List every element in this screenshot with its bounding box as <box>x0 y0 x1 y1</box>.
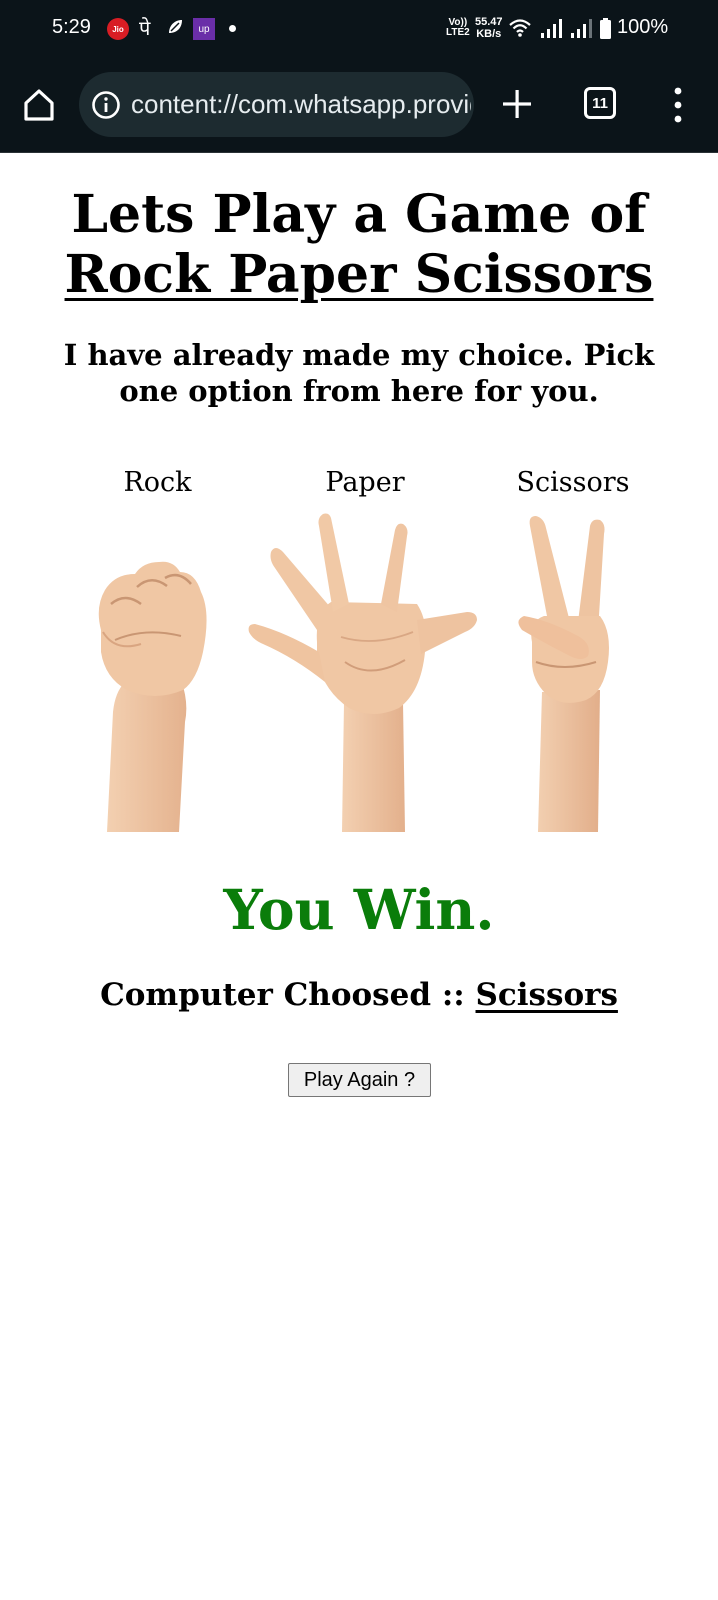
network-speed-value: 55.47 <box>475 16 503 28</box>
computer-choice-value: Scissors <box>475 977 618 1013</box>
tab-count: 11 <box>592 94 608 112</box>
choice-paper[interactable]: Paper <box>245 467 485 832</box>
new-tab-plus-icon[interactable] <box>499 86 535 122</box>
title-line-1: Lets Play a Game of <box>71 184 647 245</box>
info-icon[interactable] <box>91 90 121 120</box>
lte-label: LTE2 <box>446 27 470 38</box>
upstox-icon: up <box>193 18 215 40</box>
instruction-text: I have already made my choice. Pick one … <box>63 338 655 408</box>
jio-icon: Jio <box>107 18 129 40</box>
browser-toolbar: content://com.whatsapp.provider.media/it… <box>0 58 718 153</box>
status-time: 5:29 <box>52 16 91 38</box>
network-speed: 55.47 KB/s <box>475 16 503 40</box>
choice-paper-label[interactable]: Paper <box>245 467 485 512</box>
choice-rock-label[interactable]: Rock <box>85 467 230 512</box>
status-bar: 5:29 Jio पे up Vo)) LTE2 55.47 KB/s 100% <box>0 0 718 58</box>
wifi-icon <box>509 19 531 37</box>
more-options-icon[interactable] <box>668 86 688 124</box>
choice-options: Rock Paper Scissors <box>0 467 718 847</box>
title-line-2: Rock Paper Scissors <box>64 244 654 305</box>
page-title: Lets Play a Game of Rock Paper Scissors <box>0 185 718 305</box>
scissors-hand-icon[interactable] <box>508 512 638 832</box>
tab-switcher-button[interactable]: 11 <box>584 87 616 119</box>
computer-choice-label: Computer Choosed :: <box>100 977 465 1013</box>
rock-fist-icon[interactable] <box>85 512 230 832</box>
choice-scissors-label[interactable]: Scissors <box>508 467 638 512</box>
url-text[interactable]: content://com.whatsapp.provider.media/it… <box>131 89 471 120</box>
network-speed-unit: KB/s <box>476 28 502 40</box>
notification-leaf-icon <box>169 20 182 33</box>
home-icon[interactable] <box>20 86 58 124</box>
result-text: You Win. <box>223 877 495 942</box>
more-notifications-dot-icon <box>229 25 236 32</box>
battery-percent: 100% <box>617 16 669 38</box>
phonepe-icon: पे <box>139 16 151 40</box>
volte-indicator: Vo)) LTE2 <box>446 18 470 38</box>
paper-hand-icon[interactable] <box>245 512 485 832</box>
signal-sim1-icon <box>541 19 562 38</box>
computer-choice: Computer Choosed :: Scissors <box>0 977 718 1013</box>
choice-rock[interactable]: Rock <box>85 467 230 832</box>
signal-sim2-icon <box>571 19 592 38</box>
play-again-button[interactable]: Play Again ? <box>288 1063 431 1097</box>
battery-icon <box>600 18 611 39</box>
choice-scissors[interactable]: Scissors <box>508 467 638 832</box>
address-bar[interactable]: content://com.whatsapp.provider.media/it… <box>79 72 474 137</box>
